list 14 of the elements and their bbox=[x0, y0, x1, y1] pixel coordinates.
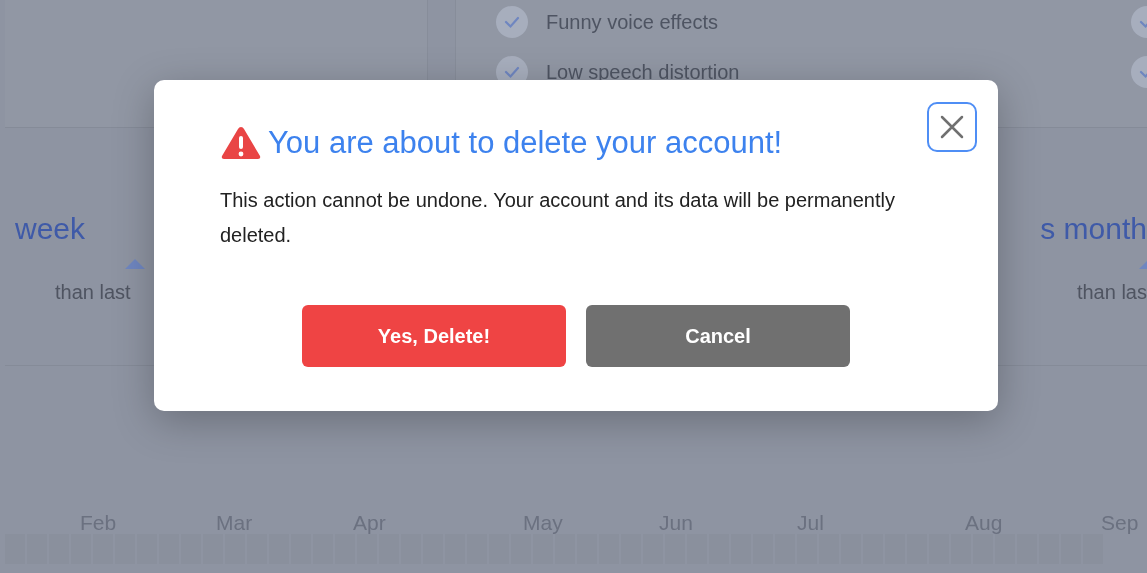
feature-label: Low speech distortion bbox=[546, 60, 740, 85]
stat-heading: s month bbox=[1040, 211, 1147, 247]
arrow-up-icon bbox=[125, 259, 145, 269]
dialog-title: You are about to delete your account! bbox=[268, 124, 783, 162]
close-button[interactable] bbox=[927, 102, 977, 152]
stat-note: than last bbox=[54, 280, 131, 305]
close-icon bbox=[939, 114, 965, 140]
cancel-button[interactable]: Cancel bbox=[586, 304, 850, 367]
dialog-message: This action cannot be undone. Your account and its data will be permanently deleted. bbox=[220, 187, 896, 248]
stat-heading: week bbox=[15, 211, 86, 247]
stat-note: than las bbox=[1076, 280, 1147, 305]
delete-button[interactable]: Yes, Delete! bbox=[302, 304, 566, 367]
warning-icon bbox=[220, 125, 262, 162]
feature-label: Funny voice effects bbox=[546, 10, 718, 35]
